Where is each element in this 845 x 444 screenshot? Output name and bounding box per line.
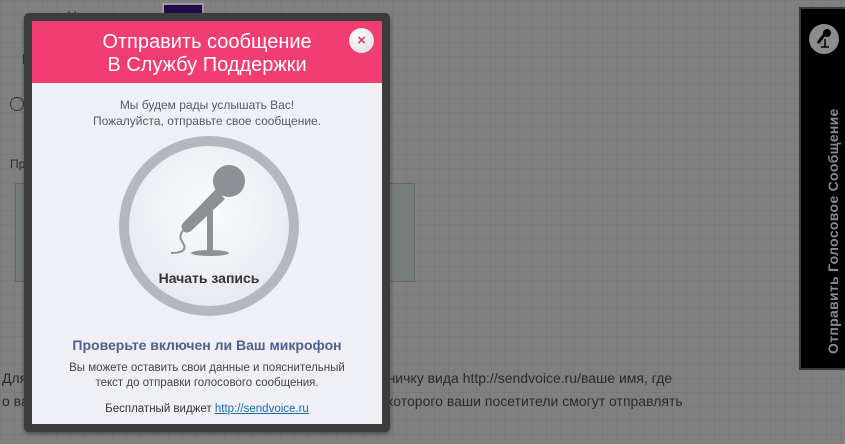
microphone-icon bbox=[170, 165, 245, 256]
intro-line1: Мы будем рады услышать Вас! bbox=[119, 98, 295, 112]
sendvoice-link[interactable]: http://sendvoice.ru bbox=[215, 403, 309, 415]
radio-button[interactable] bbox=[10, 97, 24, 111]
microphone-icon bbox=[809, 24, 839, 54]
modal-title-line1: Отправить сообщение bbox=[102, 31, 312, 53]
note-line1: Вы можете оставить свои данные и пояснит… bbox=[69, 362, 345, 374]
send-voice-message-side-button[interactable]: Отправить Голосовое Сообщение bbox=[799, 7, 845, 370]
start-recording-button[interactable]: Начать запись bbox=[119, 136, 299, 316]
check-microphone-text: Проверьте включен ли Ваш микрофон bbox=[72, 337, 342, 353]
intro-line2: Пожалуйста, отправьте свое сообщение. bbox=[92, 114, 322, 128]
close-icon[interactable]: × bbox=[349, 28, 374, 53]
free-widget-label: Бесплатный виджет bbox=[105, 403, 212, 415]
paragraph-text: раничку вида http://sendvoice.ru/ваше им… bbox=[372, 370, 673, 386]
side-button-label: Отправить Голосовое Сообщение bbox=[825, 108, 841, 354]
start-recording-label: Начать запись bbox=[158, 270, 260, 286]
paragraph-text: которого ваши посетители смогут отправля… bbox=[387, 393, 683, 409]
support-modal: Отправить сообщение В Службу Поддержки ×… bbox=[24, 13, 390, 432]
modal-header: Отправить сообщение В Службу Поддержки bbox=[32, 21, 382, 83]
modal-title-line2: В Службу Поддержки bbox=[107, 54, 307, 76]
note-line2: текст до отправки голосового сообщения. bbox=[95, 377, 319, 389]
